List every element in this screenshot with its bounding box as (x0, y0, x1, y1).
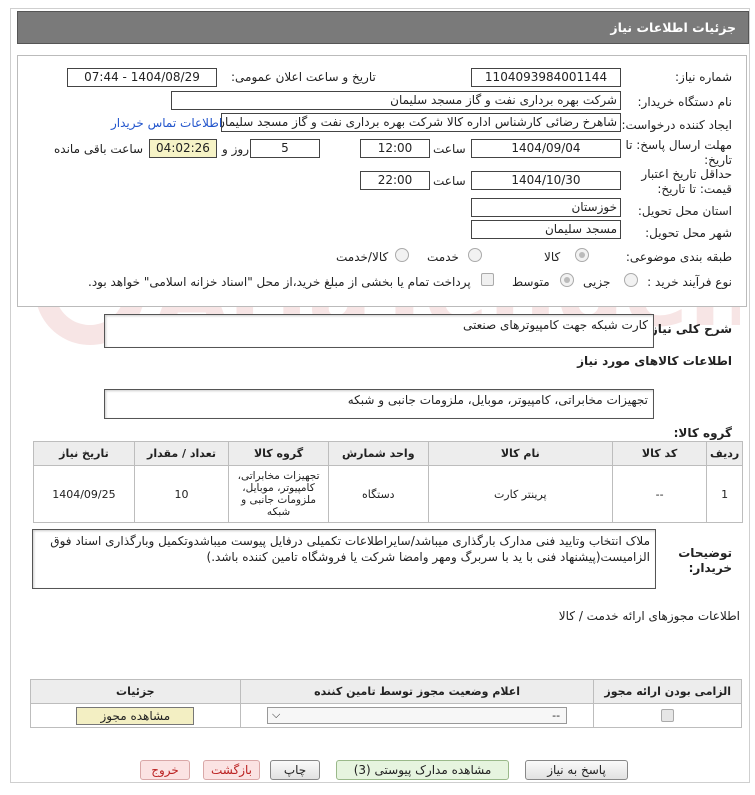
goods-group-label: گروه کالا: (673, 426, 732, 440)
buyer-notes-label: توضیحات (678, 546, 732, 560)
category-radio-goods[interactable] (575, 248, 589, 262)
category-radio-goods-service[interactable] (395, 248, 409, 262)
announce-label: تاریخ و ساعت اعلان عمومی: (231, 70, 376, 84)
cell-unit: دستگاه (327, 465, 429, 523)
validity-date-field: 1404/10/30 (471, 171, 621, 190)
buyer-notes-label-2: خریدار: (688, 561, 732, 575)
reply-button[interactable]: پاسخ به نیاز (525, 760, 628, 780)
chevron-down-icon: ⌵ (272, 708, 281, 721)
permit-status-value: -- (552, 709, 561, 722)
city-field: مسجد سلیمان (471, 220, 621, 239)
col-name: نام کالا (427, 441, 613, 466)
cell-group: تجهیزات مخابراتی، کامپیوتر، موبایل، ملزو… (228, 465, 329, 523)
buyer-contact-link[interactable]: اطلاعات تماس خریدار (111, 116, 222, 130)
process-radio-minor[interactable] (624, 273, 638, 287)
page-title: جزئیات اطلاعات نیاز (610, 20, 736, 35)
buyer-field: شرکت بهره برداری نفت و گاز مسجد سلیمان (171, 91, 621, 110)
permit-col-details: جزئیات (30, 679, 241, 704)
payment-note: پرداخت تمام یا بخشی از مبلغ خرید،از محل … (88, 275, 471, 289)
need-number-field: 1104093984001144 (471, 68, 621, 87)
permit-row: -- ⌵ مشاهده مجوز (30, 703, 742, 728)
buyer-label: نام دستگاه خریدار: (637, 95, 733, 109)
attachments-button[interactable]: مشاهده مدارک پیوستی (3) (336, 760, 509, 780)
cell-row: 1 (706, 465, 743, 523)
permits-title: اطلاعات مجوزهای ارائه خدمت / کالا (558, 609, 740, 623)
validity-label: حداقل تاریخ اعتبار (641, 167, 732, 181)
province-field: خوزستان (471, 198, 621, 217)
process-radio-medium[interactable] (560, 273, 574, 287)
col-date: تاریخ نیاز (33, 441, 135, 466)
cell-qty: 10 (133, 465, 230, 523)
summary-textarea[interactable]: کارت شبکه جهت کامپیوترهای صنعتی (104, 314, 654, 348)
deadline-date-field: 1404/09/04 (471, 139, 621, 158)
buyer-notes-textarea[interactable]: ملاک انتخاب وتایید فنی مدارک بارگذاری می… (32, 529, 656, 589)
cell-code: -- (611, 465, 708, 523)
permits-table: الزامی بودن ارائه مجوز اعلام وضعیت مجوز … (30, 679, 742, 728)
cell-date: 1404/09/25 (33, 465, 135, 523)
col-unit: واحد شمارش (327, 441, 429, 466)
validity-label-date: قیمت: تا تاریخ: (657, 182, 732, 196)
permit-status-select[interactable]: -- ⌵ (267, 707, 568, 724)
col-group: گروه کالا (228, 441, 329, 466)
days-field: 5 (250, 139, 320, 158)
treasury-checkbox[interactable] (481, 273, 494, 286)
back-button[interactable]: بازگشت (203, 760, 260, 780)
remaining-time-field: 04:02:26 (149, 139, 217, 158)
days-label: روز و (222, 142, 249, 156)
view-permit-button[interactable]: مشاهده مجوز (76, 706, 195, 725)
exit-button[interactable]: خروج (140, 760, 190, 780)
need-number-label: شماره نیاز: (675, 70, 732, 84)
summary-label: شرح کلی نیاز: (646, 322, 732, 336)
col-qty: تعداد / مقدار (133, 441, 230, 466)
process-option-minor: جزیی (583, 275, 611, 289)
category-option-service: خدمت (427, 250, 459, 264)
remaining-label: ساعت باقی مانده (54, 142, 144, 156)
items-table: ردیف کد کالا نام کالا واحد شمارش گروه کا… (33, 441, 743, 523)
creator-field: شاهرخ رضائی کارشناس اداره کالا شرکت بهره… (221, 113, 621, 132)
print-button[interactable]: چاپ (270, 760, 320, 780)
category-label: طبقه بندی موضوعی: (625, 250, 732, 264)
process-label: نوع فرآیند خرید : (647, 275, 732, 289)
goods-info-title: اطلاعات کالاهای مورد نیاز (577, 354, 732, 368)
validity-time-label: ساعت (433, 174, 466, 188)
permit-required-checkbox[interactable] (661, 709, 675, 723)
deadline-time-label: ساعت (433, 142, 466, 156)
announce-field: 1404/08/29 - 07:44 (67, 68, 217, 87)
table-row: 1 -- پرینتر کارت دستگاه تجهیزات مخابراتی… (33, 465, 743, 523)
process-option-medium: متوسط (512, 275, 550, 289)
deadline-label: مهلت ارسال پاسخ: تا (625, 138, 732, 152)
cell-name: پرینتر کارت (427, 465, 613, 523)
validity-time-field: 22:00 (360, 171, 430, 190)
city-label: شهر محل تحویل: (645, 226, 732, 240)
province-label: استان محل تحویل: (637, 204, 732, 218)
deadline-time-field: 12:00 (360, 139, 430, 158)
col-row: ردیف (706, 441, 743, 466)
permit-col-required: الزامی بودن ارائه مجوز (593, 679, 742, 704)
category-radio-service[interactable] (468, 248, 482, 262)
page-header: جزئیات اطلاعات نیاز (17, 11, 749, 44)
category-option-goods: کالا (544, 250, 561, 264)
goods-group-textarea[interactable]: تجهیزات مخابراتی، کامپیوتر، موبایل، ملزو… (104, 389, 654, 419)
creator-label: ایجاد کننده درخواست: (621, 118, 732, 132)
permit-col-status: اعلام وضعیت مجوز توسط تامین کننده (239, 679, 595, 704)
col-code: کد کالا (611, 441, 708, 466)
category-option-goods-service: کالا/خدمت (336, 250, 389, 264)
deadline-label-date: تاریخ: (704, 153, 732, 167)
